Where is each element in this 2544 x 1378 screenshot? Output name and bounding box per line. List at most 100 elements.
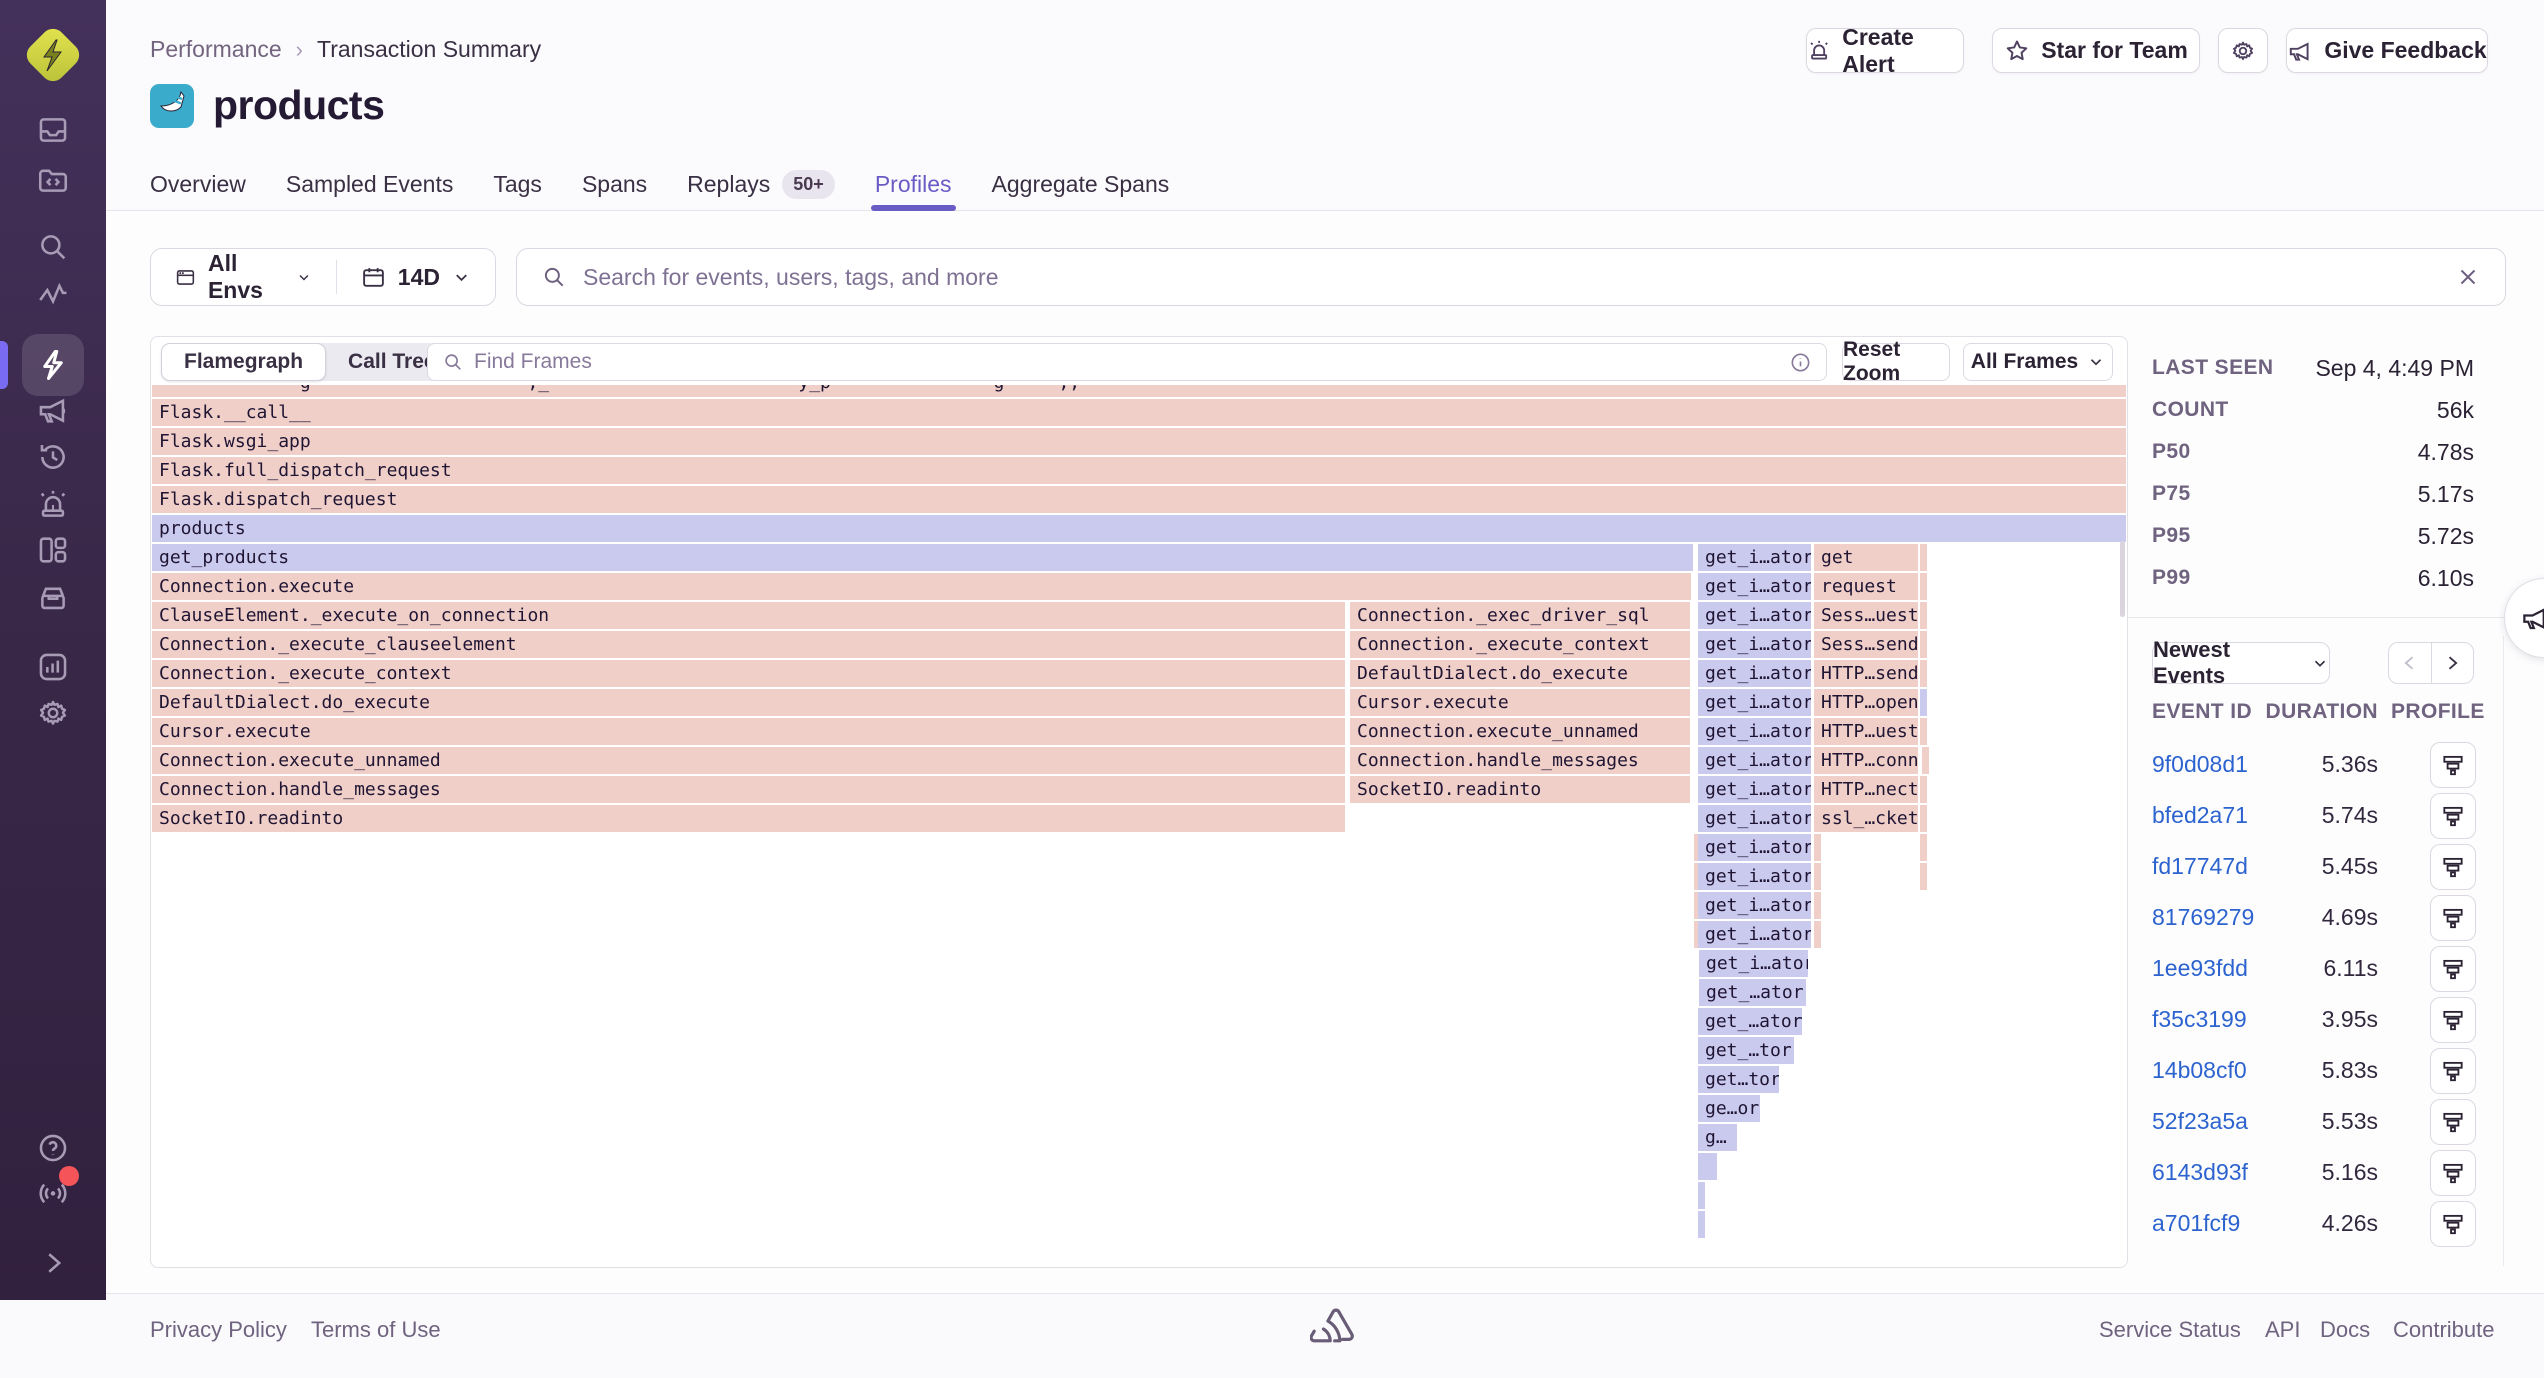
flame-frame[interactable] — [1814, 834, 1821, 861]
flame-frame[interactable] — [1920, 544, 1927, 571]
flame-frame[interactable] — [1814, 892, 1821, 919]
privacy-policy-link[interactable]: Privacy Policy — [150, 1317, 287, 1343]
flame-frame[interactable] — [1698, 1182, 1705, 1209]
flame-frame[interactable]: ClauseElement._execute_on_connection — [152, 602, 1345, 629]
breadcrumb-performance[interactable]: Performance — [150, 36, 282, 63]
flame-frame[interactable]: get_i…ator — [1698, 689, 1811, 716]
flame-frame[interactable]: ge…or — [1698, 1095, 1760, 1122]
flame-frame[interactable]: get_i…ator — [1698, 921, 1811, 948]
flame-frame[interactable]: Sess…uest — [1814, 602, 1918, 629]
flame-frame[interactable]: HTTP…uest — [1814, 718, 1918, 745]
flame-frame[interactable]: Cursor.execute — [152, 718, 1345, 745]
flame-frame[interactable] — [1698, 1153, 1717, 1180]
flame-frame[interactable]: HTTP…open — [1814, 689, 1918, 716]
flame-frame[interactable]: Connection._exec_driver_sql — [1350, 602, 1690, 629]
flame-frame[interactable]: Connection._execute_context — [152, 660, 1345, 687]
flame-frame[interactable] — [1920, 660, 1927, 687]
event-id-link[interactable]: 52f23a5a — [2152, 1108, 2248, 1135]
flame-frame[interactable]: Connection._execute_clauseelement — [152, 631, 1345, 658]
flame-frame[interactable]: Sess…send — [1814, 631, 1918, 658]
flame-frame[interactable]: get_…ator — [1698, 1008, 1802, 1035]
tab-overview[interactable]: Overview — [150, 158, 246, 211]
flame-frame[interactable]: Connection.handle_messages — [1350, 747, 1690, 774]
flame-frame[interactable] — [1920, 834, 1927, 861]
flame-frame[interactable]: get_…ator — [1699, 979, 1806, 1006]
environment-selector[interactable]: All Envs — [151, 249, 336, 305]
event-id-link[interactable]: 6143d93f — [2152, 1159, 2248, 1186]
event-id-link[interactable]: 81769279 — [2152, 904, 2254, 931]
flame-frame[interactable] — [1920, 602, 1927, 629]
open-profile-button[interactable] — [2430, 793, 2476, 839]
flame-frame[interactable] — [1814, 921, 1821, 948]
sidebar-item-dashboards[interactable] — [31, 528, 75, 572]
flame-frame[interactable] — [1920, 805, 1927, 832]
flame-frame[interactable]: get_i…ator — [1698, 892, 1811, 919]
flame-frame[interactable]: get_i…ator — [1698, 863, 1811, 890]
flame-frame[interactable]: DefaultDialect.do_execute — [1350, 660, 1690, 687]
event-sort-dropdown[interactable]: Newest Events — [2152, 642, 2330, 684]
flame-frame[interactable] — [1920, 776, 1927, 803]
sidebar-item-discover[interactable] — [31, 576, 75, 620]
flame-frame[interactable]: get_i…ator — [1699, 950, 1808, 977]
sidebar-item-issues[interactable] — [31, 108, 75, 152]
flame-frame[interactable]: get…tor — [1698, 1066, 1779, 1093]
event-id-link[interactable]: 9f0d08d1 — [2152, 751, 2248, 778]
flame-frame[interactable]: Connection._execute_context — [1350, 631, 1690, 658]
star-for-team-button[interactable]: Star for Team — [1992, 28, 2200, 73]
give-feedback-button[interactable]: Give Feedback — [2286, 28, 2488, 73]
service-status-link[interactable]: Service Status — [2099, 1317, 2241, 1343]
flame-frame[interactable]: get — [1814, 544, 1918, 571]
flamegraph-canvas[interactable]: g ,_ y_p - g - ,, Flask.__call__Flask.wsg… — [151, 337, 2127, 1267]
event-search-input[interactable]: Search for events, users, tags, and more — [516, 248, 2506, 306]
flame-frame[interactable]: Connection.execute_unnamed — [1350, 718, 1690, 745]
sidebar-item-search[interactable] — [31, 225, 75, 269]
flame-frame[interactable]: get_i…ator — [1698, 631, 1811, 658]
flame-frame[interactable]: Flask.wsgi_app — [152, 428, 2126, 455]
flame-frame[interactable]: g ,_ y_p - g - ,, — [152, 385, 2126, 397]
sidebar-item-projects[interactable] — [31, 158, 75, 202]
flame-frame[interactable]: get_i…ator — [1698, 573, 1811, 600]
open-profile-button[interactable] — [2430, 1201, 2476, 1247]
sidebar-item-releases[interactable] — [31, 388, 75, 432]
sidebar-collapse-toggle[interactable] — [31, 1241, 75, 1285]
flame-frame[interactable] — [1698, 1211, 1705, 1238]
event-id-link[interactable]: f35c3199 — [2152, 1006, 2247, 1033]
docs-link[interactable]: Docs — [2320, 1317, 2370, 1343]
flame-frame[interactable]: Connection.execute — [152, 573, 1691, 600]
create-alert-button[interactable]: Create Alert — [1806, 28, 1964, 73]
frames-filter-dropdown[interactable]: All Frames — [1963, 343, 2113, 381]
flame-frame[interactable]: get_i…ator — [1698, 776, 1811, 803]
event-id-link[interactable]: 1ee93fdd — [2152, 955, 2248, 982]
flamegraph-view-button[interactable]: Flamegraph — [161, 343, 326, 381]
sidebar-item-help[interactable] — [31, 1126, 75, 1170]
tab-aggregate-spans[interactable]: Aggregate Spans — [992, 158, 1170, 211]
flame-frame[interactable]: products — [152, 515, 2126, 542]
open-profile-button[interactable] — [2430, 997, 2476, 1043]
flame-frame[interactable] — [1920, 718, 1927, 745]
api-link[interactable]: API — [2265, 1317, 2300, 1343]
sidebar-item-stats[interactable] — [31, 645, 75, 689]
feedback-fab[interactable] — [2504, 578, 2544, 658]
event-id-link[interactable]: a701fcf9 — [2152, 1210, 2240, 1237]
flame-frame[interactable] — [1922, 747, 1929, 774]
flame-frame[interactable]: g… — [1698, 1124, 1737, 1151]
open-profile-button[interactable] — [2430, 844, 2476, 890]
flame-frame[interactable]: get_…tor — [1698, 1037, 1794, 1064]
flame-frame[interactable]: HTTP…send — [1814, 660, 1918, 687]
settings-button[interactable] — [2218, 28, 2268, 73]
sentry-logo[interactable] — [27, 29, 79, 81]
flame-frame[interactable]: Connection.execute_unnamed — [152, 747, 1345, 774]
open-profile-button[interactable] — [2430, 895, 2476, 941]
flame-frame[interactable]: HTTP…nect — [1814, 776, 1918, 803]
open-profile-button[interactable] — [2430, 1099, 2476, 1145]
tab-profiles[interactable]: Profiles — [875, 158, 952, 211]
flame-frame[interactable]: ssl_…cket — [1814, 805, 1918, 832]
event-id-link[interactable]: bfed2a71 — [2152, 802, 2248, 829]
flame-frame[interactable]: get_i…ator — [1698, 805, 1811, 832]
open-profile-button[interactable] — [2430, 946, 2476, 992]
flame-frame[interactable]: Cursor.execute — [1350, 689, 1690, 716]
flame-frame[interactable]: Flask.__call__ — [152, 399, 2126, 426]
event-id-link[interactable]: 14b08cf0 — [2152, 1057, 2247, 1084]
flame-frame[interactable]: get_i…ator — [1698, 747, 1811, 774]
open-profile-button[interactable] — [2430, 1150, 2476, 1196]
